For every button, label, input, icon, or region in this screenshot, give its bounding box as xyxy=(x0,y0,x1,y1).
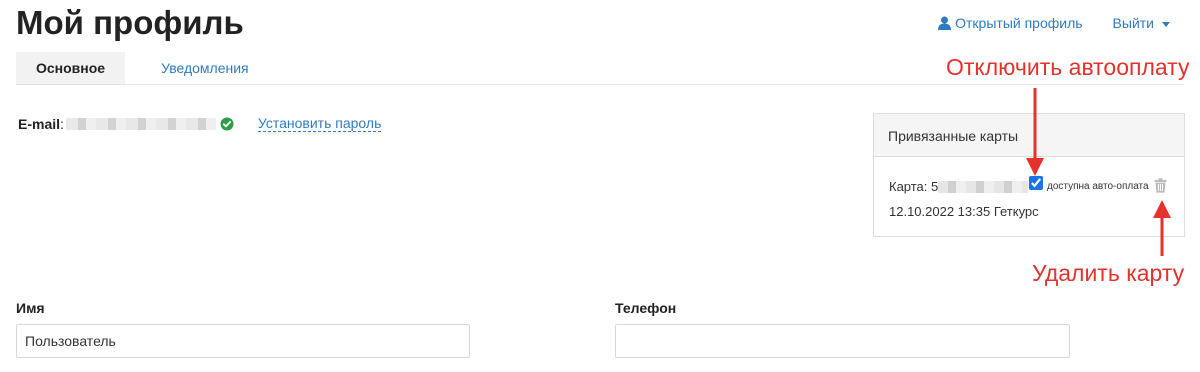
annotation-arrows xyxy=(1026,88,1171,256)
phone-input[interactable] xyxy=(615,324,1070,358)
arrow-to-autopay-checkbox-icon xyxy=(1026,88,1044,176)
phone-label: Телефон xyxy=(615,300,677,316)
name-label: Имя xyxy=(16,300,45,316)
name-input[interactable] xyxy=(16,324,470,358)
arrow-to-trash-icon xyxy=(1153,200,1171,256)
